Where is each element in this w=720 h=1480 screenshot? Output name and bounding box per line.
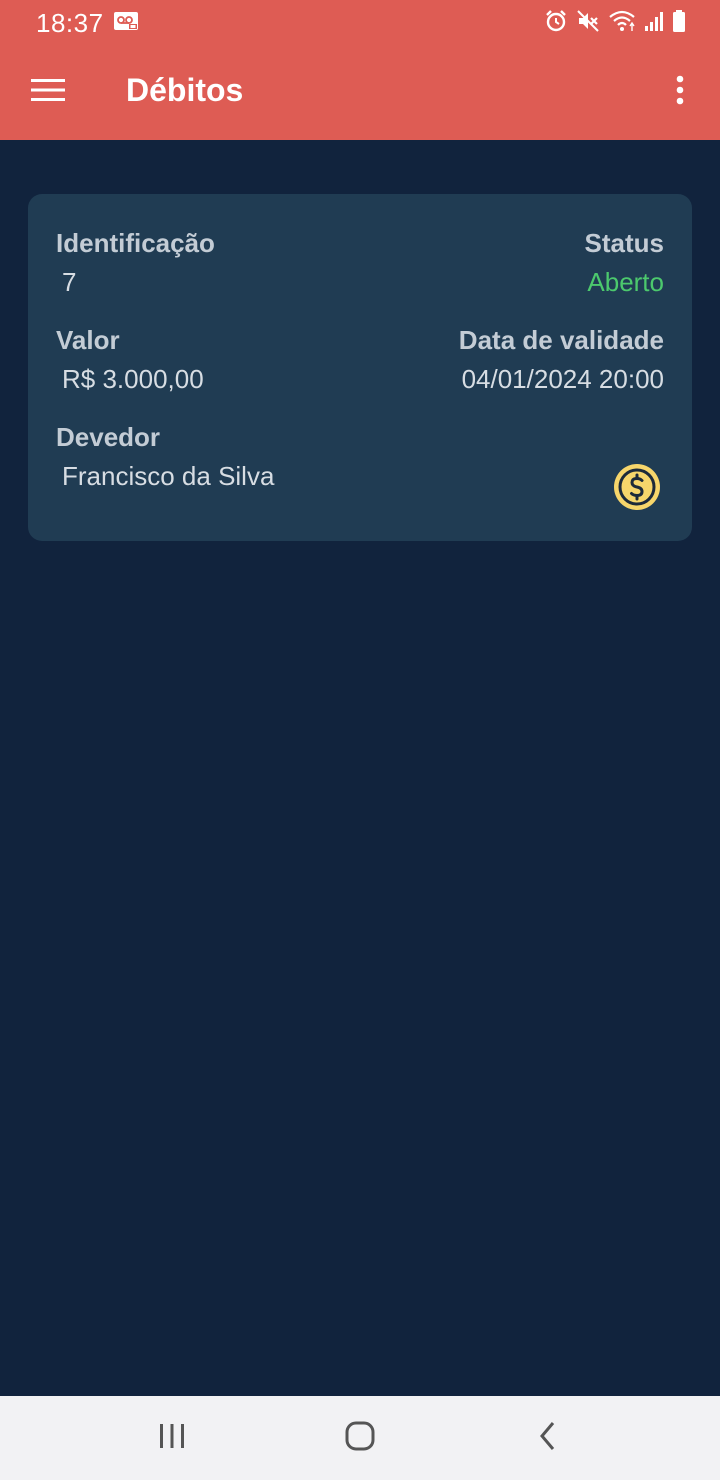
recent-apps-icon [158,1423,186,1454]
page-title: Débitos [126,72,244,108]
status-icons [544,8,686,34]
voicemail-icon [114,12,138,30]
more-vert-icon [675,75,685,110]
battery-icon [672,9,686,33]
home-icon [345,1421,375,1456]
menu-icon [31,78,65,107]
identification-label: Identificação [56,228,215,258]
amount-value: R$ 3.000,00 [62,364,204,394]
debt-card[interactable]: Identificação 7 Status Aberto Valor R$ 3… [28,194,692,541]
back-icon [538,1421,558,1456]
amount-label: Valor [56,325,120,355]
recent-apps-button[interactable] [148,1414,196,1462]
status-time: 18:37 [36,8,104,38]
status-bar: 18:37 [0,0,720,44]
wifi-icon [608,9,636,33]
more-options-button[interactable] [656,68,704,116]
mute-icon [576,9,600,33]
system-nav-bar [0,1396,720,1480]
alarm-icon [544,9,568,33]
debtor-label: Devedor [56,422,161,452]
home-button[interactable] [336,1414,384,1462]
identification-value: 7 [62,267,77,297]
dollar-coin-icon[interactable] [614,464,660,510]
signal-icon [644,9,664,33]
due-date-label: Data de validade [458,325,664,355]
due-date-value: 04/01/2024 20:00 [461,364,664,394]
status-value: Aberto [587,267,664,297]
debtor-value: Francisco da Silva [62,461,275,491]
status-label: Status [584,228,664,258]
content-area: Identificação 7 Status Aberto Valor R$ 3… [0,140,720,1396]
back-button[interactable] [524,1414,572,1462]
app-bar: Débitos [0,44,720,140]
menu-button[interactable] [24,68,72,116]
